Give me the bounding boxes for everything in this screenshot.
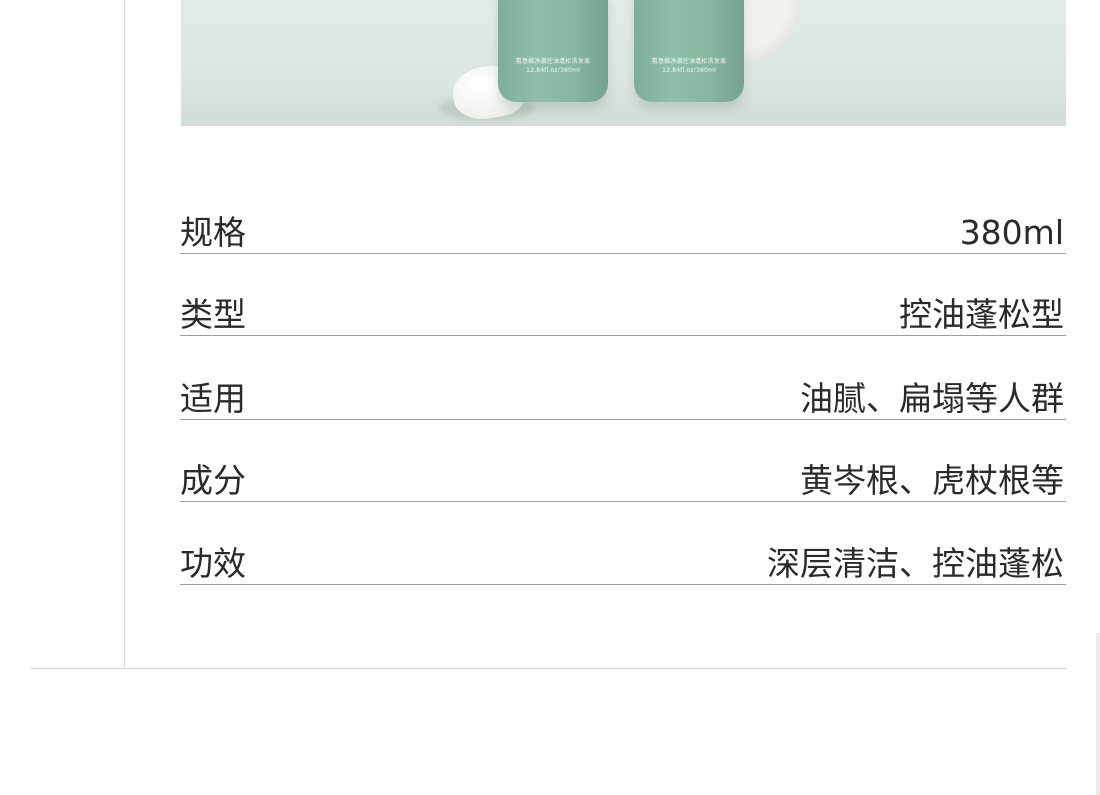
spec-value: 深层清洁、控油蓬松 xyxy=(767,544,1064,583)
spec-label: 规格 xyxy=(180,213,246,252)
spec-label: 功效 xyxy=(180,544,246,583)
product-banner-image: 氨基酸净澈控油蓬松洗发液 12.84fl.oz/380ml 氨基酸净澈控油蓬松洗… xyxy=(181,0,1066,126)
product-spec-page: 氨基酸净澈控油蓬松洗发液 12.84fl.oz/380ml 氨基酸净澈控油蓬松洗… xyxy=(0,0,1100,795)
bottle-label-volume: 12.84fl.oz/380ml xyxy=(662,67,716,74)
shampoo-bottle-right: 氨基酸净澈控油蓬松洗发液 12.84fl.oz/380ml xyxy=(634,0,744,102)
bottle-label-volume: 12.84fl.oz/380ml xyxy=(526,67,580,74)
section-bottom-divider xyxy=(31,668,1067,669)
left-divider xyxy=(124,0,125,669)
spec-value: 380ml xyxy=(959,213,1064,252)
spec-label: 成分 xyxy=(180,461,246,500)
spec-value: 控油蓬松型 xyxy=(899,295,1064,334)
spec-row-ingredients: 成分 黄岑根、虎杖根等 xyxy=(180,441,1066,502)
scrollbar[interactable] xyxy=(1096,633,1100,795)
bottle-label-name: 氨基酸净澈控油蓬松洗发液 xyxy=(651,58,727,65)
spec-row-type: 类型 控油蓬松型 xyxy=(180,275,1066,336)
spec-value: 黄岑根、虎杖根等 xyxy=(800,461,1064,500)
spec-label: 适用 xyxy=(180,379,246,418)
spec-row-suitable-for: 适用 油腻、扁塌等人群 xyxy=(180,359,1066,420)
bottle-label-name: 氨基酸净澈控油蓬松洗发液 xyxy=(515,58,591,65)
shampoo-bottle-left: 氨基酸净澈控油蓬松洗发液 12.84fl.oz/380ml xyxy=(498,0,608,102)
spec-row-efficacy: 功效 深层清洁、控油蓬松 xyxy=(180,524,1066,585)
spec-row-size: 规格 380ml xyxy=(180,193,1066,254)
spec-label: 类型 xyxy=(180,295,246,334)
spec-value: 油腻、扁塌等人群 xyxy=(800,379,1064,418)
banner-floor xyxy=(181,86,1066,126)
